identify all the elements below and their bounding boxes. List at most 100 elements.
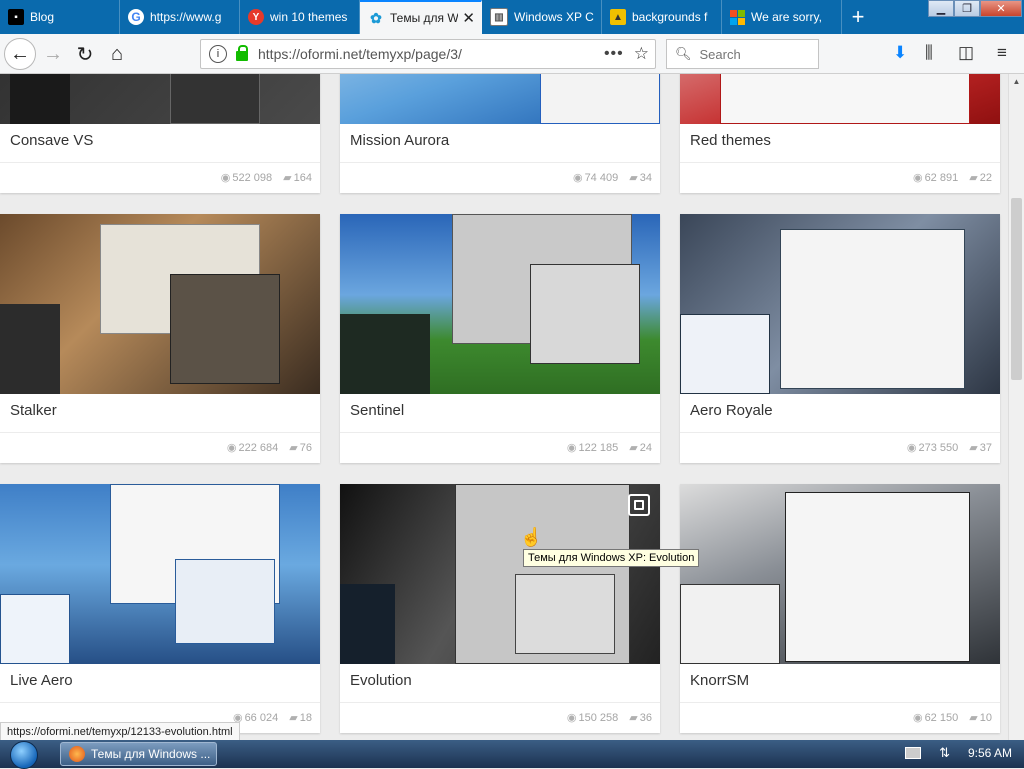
tab-google[interactable]: G https://www.g <box>120 0 240 34</box>
view-count: 522 098 <box>232 172 273 184</box>
comment-count: 164 <box>293 172 312 184</box>
reload-button[interactable]: ↻ <box>70 39 100 69</box>
eye-icon: ◉ <box>912 712 923 724</box>
comment-icon: ▰ <box>629 172 638 184</box>
comment-count: 22 <box>979 172 992 184</box>
close-tab-icon[interactable]: ✕ <box>462 9 475 27</box>
tab-title: We are sorry, <box>751 10 822 24</box>
theme-thumbnail[interactable] <box>340 74 660 124</box>
url-text[interactable]: https://oformi.net/temyxp/page/3/ <box>258 46 604 62</box>
theme-title[interactable]: Live Aero <box>0 664 320 703</box>
url-bar[interactable]: i https://oformi.net/temyxp/page/3/ ••• … <box>200 39 656 69</box>
tab-oformi-active[interactable]: ✿ Темы для W ✕ <box>360 0 482 34</box>
search-box[interactable]: 🔍︎ <box>666 39 819 69</box>
clock[interactable]: 9:56 AM <box>968 746 1012 760</box>
theme-card[interactable]: Stalker ◉ 222 684 ▰ 76 <box>0 214 320 463</box>
minimize-button[interactable]: ▁ <box>928 0 954 17</box>
new-tab-button[interactable]: + <box>842 0 874 34</box>
comment-icon: ▰ <box>289 712 298 724</box>
comment-icon: ▰ <box>629 712 638 724</box>
theme-thumbnail[interactable] <box>0 214 320 394</box>
vertical-scrollbar[interactable]: ▲ <box>1008 74 1024 740</box>
comment-count: 10 <box>979 712 992 724</box>
tab-yandex[interactable]: Y win 10 themes <box>240 0 360 34</box>
search-input[interactable] <box>697 45 812 63</box>
view-count: 222 684 <box>238 442 279 454</box>
tab-backgrounds[interactable]: ▲ backgrounds f <box>602 0 722 34</box>
theme-title[interactable]: Mission Aurora <box>340 124 660 163</box>
menu-icon[interactable]: ≡ <box>997 43 1007 63</box>
theme-card[interactable]: Aero Royale ◉ 273 550 ▰ 37 <box>680 214 1000 463</box>
theme-thumbnail[interactable] <box>340 484 660 664</box>
close-window-button[interactable]: ✕ <box>980 0 1022 17</box>
tab-windows-xp[interactable]: ▥ Windows XP C <box>482 0 602 34</box>
theme-thumbnail[interactable] <box>680 74 1000 124</box>
theme-title[interactable]: Sentinel <box>340 394 660 433</box>
view-count: 150 258 <box>578 712 619 724</box>
reload-icon: ↻ <box>76 43 94 66</box>
comment-icon: ▰ <box>283 172 292 184</box>
comment-icon: ▰ <box>969 442 978 454</box>
view-count: 66 024 <box>244 712 279 724</box>
info-icon[interactable]: i <box>209 45 227 63</box>
taskbar-firefox-window[interactable]: Темы для Windows ... <box>60 742 217 766</box>
view-count: 273 550 <box>918 442 959 454</box>
tab-title: Blog <box>30 10 55 24</box>
yandex-icon: Y <box>248 9 264 25</box>
forward-button[interactable]: → <box>38 39 68 69</box>
theme-stats: ◉ 522 098 ▰ 164 <box>0 163 320 193</box>
scroll-up-icon[interactable]: ▲ <box>1009 74 1024 90</box>
theme-card[interactable]: Live Aero ◉ 66 024 ▰ 18 <box>0 484 320 733</box>
theme-thumbnail[interactable] <box>0 74 320 124</box>
lock-icon <box>236 45 248 61</box>
comment-icon: ▰ <box>289 442 298 454</box>
library-icon[interactable]: ⫼ <box>925 43 933 63</box>
theme-title[interactable]: KnorrSM <box>680 664 1000 703</box>
tooltip: Темы для Windows XP: Evolution <box>523 549 700 567</box>
theme-thumbnail[interactable] <box>340 214 660 394</box>
comment-icon: ▰ <box>629 442 638 454</box>
windows-taskbar: Темы для Windows ... ⇅ 9:56 AM <box>0 740 1024 769</box>
start-button[interactable] <box>10 741 38 769</box>
theme-stats: ◉ 222 684 ▰ 76 <box>0 433 320 463</box>
tab-blog[interactable]: ▪ Blog <box>0 0 120 34</box>
theme-thumbnail[interactable] <box>680 214 1000 394</box>
eye-icon: ◉ <box>572 172 583 184</box>
bookmark-star-icon[interactable]: ☆ <box>634 44 649 64</box>
tab-title: Windows XP C <box>514 10 594 24</box>
back-button[interactable]: ← <box>4 38 36 70</box>
page-actions-icon[interactable]: ••• <box>604 45 624 63</box>
theme-title[interactable]: Consave VS <box>0 124 320 163</box>
sidebar-icon[interactable]: ◫ <box>958 43 974 63</box>
theme-card[interactable]: Sentinel ◉ 122 185 ▰ 24 <box>340 214 660 463</box>
eye-icon: ◉ <box>906 442 917 454</box>
theme-thumbnail[interactable] <box>680 484 1000 664</box>
fullscreen-preview-icon[interactable] <box>628 494 650 516</box>
comment-count: 37 <box>979 442 992 454</box>
tab-title: https://www.g <box>150 10 222 24</box>
link-status-url: https://oformi.net/temyxp/12133-evolutio… <box>0 722 240 742</box>
scrollbar-thumb[interactable] <box>1011 198 1022 380</box>
theme-thumbnail[interactable] <box>0 484 320 664</box>
theme-card[interactable]: Evolution ◉ 150 258 ▰ 36 <box>340 484 660 733</box>
theme-card[interactable]: Mission Aurora ◉ 74 409 ▰ 34 <box>340 74 660 193</box>
google-icon: G <box>128 9 144 25</box>
network-icon[interactable]: ⇅ <box>939 745 950 761</box>
theme-card[interactable]: Red themes ◉ 62 891 ▰ 22 <box>680 74 1000 193</box>
theme-title[interactable]: Stalker <box>0 394 320 433</box>
view-count: 74 409 <box>584 172 619 184</box>
download-icon[interactable]: ⬇ <box>893 43 907 63</box>
theme-title[interactable]: Aero Royale <box>680 394 1000 433</box>
tab-title: Темы для W <box>390 11 459 25</box>
home-icon: ⌂ <box>110 42 124 65</box>
theme-card[interactable]: KnorrSM ◉ 62 150 ▰ 10 <box>680 484 1000 733</box>
theme-title[interactable]: Evolution <box>340 664 660 703</box>
theme-title[interactable]: Red themes <box>680 124 1000 163</box>
home-button[interactable]: ⌂ <box>102 39 132 69</box>
keyboard-icon[interactable] <box>905 747 922 759</box>
theme-card[interactable]: Consave VS ◉ 522 098 ▰ 164 <box>0 74 320 193</box>
maximize-button[interactable]: ❐ <box>954 0 980 17</box>
tab-sorry[interactable]: We are sorry, <box>722 0 842 34</box>
page-content: Consave VS ◉ 522 098 ▰ 164 Mission Aurora … <box>0 74 1008 740</box>
comment-count: 34 <box>639 172 652 184</box>
